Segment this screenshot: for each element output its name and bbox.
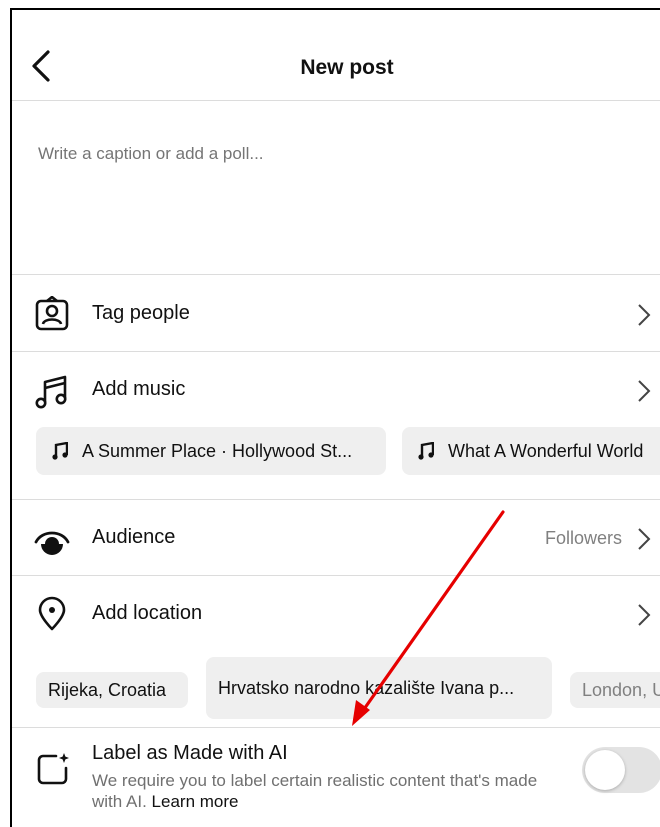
divider: [12, 274, 660, 275]
tag-people-row[interactable]: Tag people: [12, 276, 660, 352]
add-music-label: Add music: [92, 378, 186, 400]
ai-label-title: Label as Made with AI: [92, 742, 288, 764]
location-suggestion-chip[interactable]: Hrvatsko narodno kazalište Ivana p...: [206, 657, 552, 719]
tag-people-icon: [35, 296, 69, 331]
music-note-icon: [418, 442, 434, 460]
ai-label-toggle[interactable]: [582, 747, 660, 793]
divider: [12, 100, 660, 101]
location-suggestion-chip[interactable]: Rijeka, Croatia: [36, 672, 188, 708]
caption-input[interactable]: [38, 144, 638, 164]
ai-sparkle-icon: [37, 753, 69, 785]
audience-value: Followers: [544, 528, 622, 548]
chevron-right-icon: [638, 604, 651, 626]
new-post-screen: New post Tag people Add music: [10, 8, 660, 827]
chevron-right-icon: [638, 380, 651, 402]
divider: [12, 727, 660, 728]
music-suggestion-chip[interactable]: What A Wonderful World: [402, 427, 660, 475]
eye-icon: [34, 531, 70, 555]
learn-more-link[interactable]: Learn more: [152, 792, 239, 811]
add-music-row[interactable]: Add music: [12, 352, 660, 428]
location-suggestion-label: London, U: [582, 679, 660, 700]
add-location-label: Add location: [92, 602, 203, 624]
audience-label: Audience: [92, 526, 176, 548]
music-suggestion-label: A Summer Place · Hollywood St...: [82, 440, 353, 461]
add-location-row[interactable]: Add location: [12, 576, 660, 652]
page-title: New post: [300, 56, 394, 79]
location-pin-icon: [38, 596, 66, 631]
ai-label-description: We require you to label certain realisti…: [92, 770, 552, 812]
location-suggestion-label: Rijeka, Croatia: [48, 679, 167, 700]
music-suggestion-chip[interactable]: A Summer Place · Hollywood St...: [36, 427, 386, 475]
music-suggestion-label: What A Wonderful World: [448, 440, 644, 461]
location-suggestion-label: Hrvatsko narodno kazalište Ivana p...: [218, 677, 515, 698]
tag-people-label: Tag people: [92, 302, 190, 324]
toggle-knob: [585, 750, 625, 790]
location-suggestion-chip[interactable]: London, U: [570, 672, 660, 708]
chevron-right-icon: [638, 528, 651, 550]
audience-row[interactable]: Audience Followers: [12, 500, 660, 576]
music-note-icon: [35, 375, 67, 409]
header: New post: [12, 10, 660, 100]
chevron-right-icon: [638, 304, 651, 326]
music-note-icon: [52, 442, 68, 460]
